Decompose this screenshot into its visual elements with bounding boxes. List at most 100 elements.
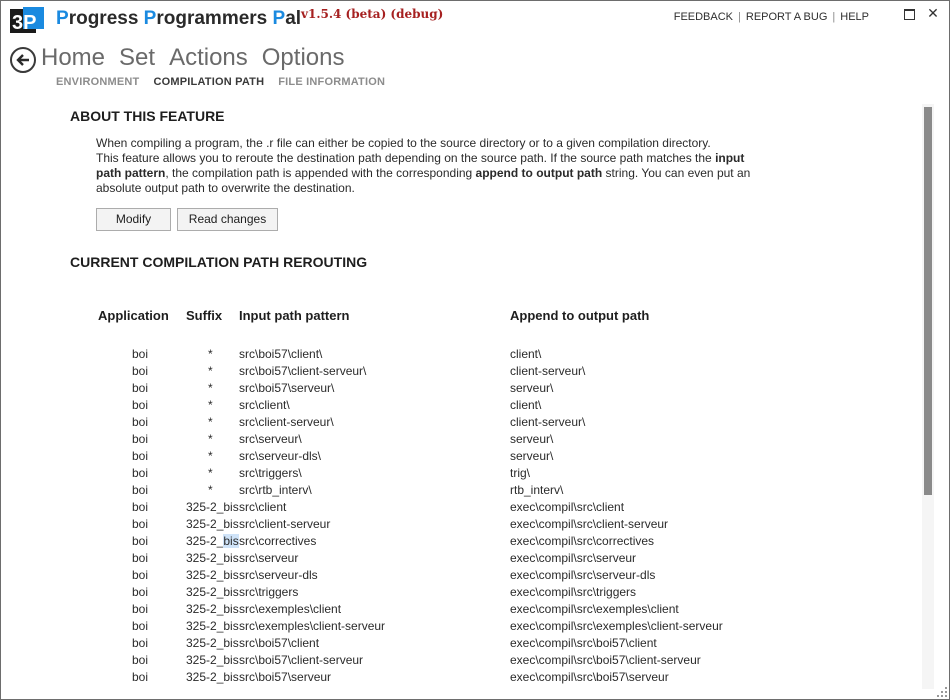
cell-suffix[interactable]: 325-2_bis [186, 619, 239, 633]
cell-input-path[interactable]: src\boi57\client\ [239, 347, 322, 361]
cell-output-path[interactable]: exec\compil\src\serveur [510, 551, 636, 565]
table-row[interactable]: boi * src\client-serveur\ client-serveur\ [1, 415, 921, 432]
table-row[interactable]: boi 325-2_bis src\boi57\serveur exec\compil… [1, 670, 921, 687]
table-row[interactable]: boi 325-2_bis src\serveur exec\compil\src\s… [1, 551, 921, 568]
cell-application[interactable]: boi [132, 534, 148, 548]
cell-suffix[interactable]: * [208, 483, 213, 497]
cell-output-path[interactable]: serveur\ [510, 432, 553, 446]
table-row[interactable]: boi * src\boi57\client\ client\ [1, 347, 921, 364]
tab-file-information[interactable]: FILE INFORMATION [278, 76, 385, 88]
cell-input-path[interactable]: src\serveur\ [239, 432, 302, 446]
nav-set[interactable]: Set [119, 44, 155, 71]
help-link[interactable]: HELP [840, 11, 869, 23]
cell-suffix[interactable]: * [208, 347, 213, 361]
cell-application[interactable]: boi [132, 602, 148, 616]
cell-suffix[interactable]: 325-2_bis [186, 636, 239, 650]
cell-output-path[interactable]: exec\compil\src\boi57\client [510, 636, 657, 650]
cell-output-path[interactable]: exec\compil\src\client-serveur [510, 517, 668, 531]
cell-application[interactable]: boi [132, 619, 148, 633]
cell-input-path[interactable]: src\triggers\ [239, 466, 302, 480]
cell-input-path[interactable]: src\correctives [239, 534, 316, 548]
cell-output-path[interactable]: rtb_interv\ [510, 483, 563, 497]
cell-suffix[interactable]: * [208, 364, 213, 378]
cell-output-path[interactable]: exec\compil\src\exemples\client-serveur [510, 619, 723, 633]
cell-output-path[interactable]: client\ [510, 398, 541, 412]
back-button[interactable] [10, 47, 36, 73]
cell-suffix[interactable]: * [208, 449, 213, 463]
table-row[interactable]: boi * src\rtb_interv\ rtb_interv\ [1, 483, 921, 500]
cell-input-path[interactable]: src\boi57\serveur\ [239, 381, 334, 395]
cell-input-path[interactable]: src\serveur-dls [239, 568, 318, 582]
cell-input-path[interactable]: src\boi57\serveur [239, 670, 331, 684]
cell-output-path[interactable]: exec\compil\src\correctives [510, 534, 654, 548]
cell-output-path[interactable]: exec\compil\src\serveur-dls [510, 568, 655, 582]
cell-application[interactable]: boi [132, 364, 148, 378]
cell-application[interactable]: boi [132, 483, 148, 497]
table-row[interactable]: boi 325-2_bis src\boi57\client-serveur exec… [1, 653, 921, 670]
table-row[interactable]: boi 325-2_bis src\correctives exec\compil\s… [1, 534, 921, 551]
cell-output-path[interactable]: exec\compil\src\boi57\serveur [510, 670, 669, 684]
cell-suffix[interactable]: 325-2_bis [186, 670, 239, 684]
table-row[interactable]: boi 325-2_bis src\exemples\client-serveur e… [1, 619, 921, 636]
table-row[interactable]: boi * src\triggers\ trig\ [1, 466, 921, 483]
cell-input-path[interactable]: src\triggers [239, 585, 298, 599]
table-row[interactable]: boi 325-2_bis src\exemples\client exec\comp… [1, 602, 921, 619]
cell-application[interactable]: boi [132, 636, 148, 650]
cell-output-path[interactable]: serveur\ [510, 381, 553, 395]
cell-input-path[interactable]: src\serveur-dls\ [239, 449, 321, 463]
cell-application[interactable]: boi [132, 381, 148, 395]
cell-suffix[interactable]: 325-2_bis [186, 517, 239, 531]
cell-suffix[interactable]: 325-2_bis [186, 534, 239, 548]
cell-output-path[interactable]: client-serveur\ [510, 364, 585, 378]
report-bug-link[interactable]: REPORT A BUG [746, 11, 828, 23]
maximize-button[interactable] [899, 5, 919, 23]
modify-button[interactable]: Modify [96, 208, 171, 231]
close-button[interactable]: ✕ [923, 5, 943, 23]
cell-application[interactable]: boi [132, 449, 148, 463]
cell-input-path[interactable]: src\exemples\client-serveur [239, 619, 385, 633]
cell-suffix[interactable]: 325-2_bis [186, 568, 239, 582]
cell-suffix[interactable]: * [208, 466, 213, 480]
nav-home[interactable]: Home [41, 44, 105, 71]
table-row[interactable]: boi * src\serveur\ serveur\ [1, 432, 921, 449]
cell-suffix[interactable]: 325-2_bis [186, 653, 239, 667]
table-row[interactable]: boi 325-2_bis src\boi57\client exec\compil\… [1, 636, 921, 653]
cell-output-path[interactable]: serveur\ [510, 449, 553, 463]
feedback-link[interactable]: FEEDBACK [674, 11, 733, 23]
cell-output-path[interactable]: exec\compil\src\exemples\client [510, 602, 679, 616]
cell-suffix[interactable]: 325-2_bis [186, 602, 239, 616]
cell-application[interactable]: boi [132, 466, 148, 480]
table-row[interactable]: boi * src\boi57\serveur\ serveur\ [1, 381, 921, 398]
cell-output-path[interactable]: client-serveur\ [510, 415, 585, 429]
cell-application[interactable]: boi [132, 670, 148, 684]
cell-input-path[interactable]: src\client-serveur\ [239, 415, 334, 429]
cell-suffix[interactable]: * [208, 398, 213, 412]
cell-input-path[interactable]: src\client [239, 500, 286, 514]
cell-output-path[interactable]: exec\compil\src\client [510, 500, 624, 514]
tab-compilation-path[interactable]: COMPILATION PATH [153, 76, 264, 88]
cell-application[interactable]: boi [132, 585, 148, 599]
cell-input-path[interactable]: src\boi57\client-serveur [239, 653, 363, 667]
cell-output-path[interactable]: exec\compil\src\triggers [510, 585, 636, 599]
table-row[interactable]: boi * src\boi57\client-serveur\ client-serv… [1, 364, 921, 381]
cell-suffix[interactable]: * [208, 415, 213, 429]
cell-input-path[interactable]: src\boi57\client-serveur\ [239, 364, 366, 378]
cell-suffix[interactable]: 325-2_bis [186, 500, 239, 514]
table-row[interactable]: boi 325-2_bis src\client-serveur exec\compi… [1, 517, 921, 534]
cell-input-path[interactable]: src\client-serveur [239, 517, 330, 531]
cell-suffix[interactable]: 325-2_bis [186, 551, 239, 565]
cell-application[interactable]: boi [132, 653, 148, 667]
cell-output-path[interactable]: exec\compil\src\boi57\client-serveur [510, 653, 701, 667]
cell-application[interactable]: boi [132, 500, 148, 514]
resize-grip-icon[interactable] [937, 687, 947, 697]
nav-actions[interactable]: Actions [169, 44, 248, 71]
nav-options[interactable]: Options [262, 44, 345, 71]
cell-application[interactable]: boi [132, 347, 148, 361]
cell-application[interactable]: boi [132, 517, 148, 531]
cell-suffix[interactable]: * [208, 432, 213, 446]
cell-output-path[interactable]: trig\ [510, 466, 530, 480]
cell-input-path[interactable]: src\client\ [239, 398, 290, 412]
cell-output-path[interactable]: client\ [510, 347, 541, 361]
cell-application[interactable]: boi [132, 398, 148, 412]
cell-suffix[interactable]: 325-2_bis [186, 585, 239, 599]
